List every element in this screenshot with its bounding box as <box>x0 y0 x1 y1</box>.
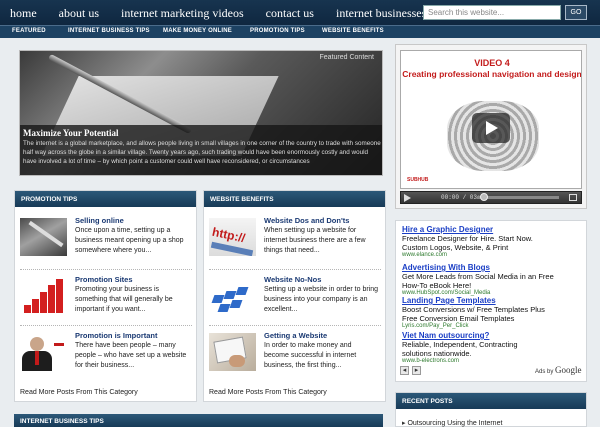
video-screen[interactable]: VIDEO 4 Creating professional navigation… <box>400 50 582 189</box>
divider <box>209 269 381 270</box>
cat-featured[interactable]: FEATURED <box>12 28 46 34</box>
ad-title[interactable]: Advertising With Blogs <box>402 263 586 272</box>
ad-title[interactable]: Viet Nam outsourcing? <box>402 331 586 340</box>
ad-item[interactable]: Viet Nam outsourcing? Reliable, Independ… <box>402 331 586 364</box>
google-logo: Google <box>555 365 582 375</box>
divider <box>20 269 192 270</box>
ad-next-icon[interactable]: ▸ <box>412 366 421 375</box>
post-thumbnail[interactable] <box>20 333 67 371</box>
nav-about-us[interactable]: about us <box>59 6 99 21</box>
divider <box>20 325 192 326</box>
ads-by-google[interactable]: Ads by Google <box>535 365 582 375</box>
ad-line: Freelance Designer for Hire. Start Now. <box>402 234 533 243</box>
featured-caption: Maximize Your Potential The internet is … <box>20 125 382 175</box>
control-play-icon[interactable] <box>404 194 411 202</box>
ad-block: Hire a Graphic Designer Freelance Design… <box>395 220 587 382</box>
read-more-link[interactable]: Read More Posts From This Category <box>20 389 138 396</box>
post-thumbnail[interactable] <box>209 277 256 315</box>
section-heading[interactable]: WEBSITE BENEFITS <box>204 191 385 207</box>
recent-post-link[interactable]: Outsourcing Using the Internet <box>402 419 502 427</box>
category-navigation: FEATURED INTERNET BUSINESS TIPS MAKE MON… <box>0 25 600 38</box>
ad-line: How-To eBook Here! <box>402 281 472 290</box>
post-excerpt: Promoting your business is something tha… <box>75 286 173 313</box>
post-title[interactable]: Promotion Sites <box>75 275 133 284</box>
ad-line: Custom Logos, Website, & Print <box>402 243 509 252</box>
post-excerpt: When setting up a website for internet b… <box>264 227 366 254</box>
ad-line: Boost Conversions w/ Free Templates Plus <box>402 305 545 314</box>
ad-line: solutions nationwide. <box>402 349 472 358</box>
video-player: VIDEO 4 Creating professional navigation… <box>395 44 587 209</box>
featured-label: Featured Content <box>319 54 374 61</box>
featured-title[interactable]: Maximize Your Potential <box>23 128 381 138</box>
internet-business-tips-section: INTERNET BUSINESS TIPS <box>14 414 383 427</box>
cat-internet-business-tips[interactable]: INTERNET BUSINESS TIPS <box>68 28 150 34</box>
ad-url[interactable]: www.b-electrons.com <box>402 358 586 364</box>
post-excerpt: Setting up a website in order to bring b… <box>264 286 379 313</box>
post-title[interactable]: Promotion is Important <box>75 331 158 340</box>
post-thumbnail[interactable] <box>209 333 256 371</box>
read-more-link[interactable]: Read More Posts From This Category <box>209 389 327 396</box>
ad-title[interactable]: Hire a Graphic Designer <box>402 225 586 234</box>
search-go-button[interactable]: GO <box>565 5 587 20</box>
video-title: Creating professional navigation and des… <box>402 69 582 79</box>
post-excerpt: There have been people – many people – w… <box>75 342 187 369</box>
post-thumbnail[interactable] <box>20 277 67 315</box>
nav-home[interactable]: home <box>10 6 37 21</box>
post-title[interactable]: Website Dos and Don'ts <box>264 216 349 225</box>
seek-handle[interactable] <box>480 193 488 201</box>
ad-line: Free Conversion Email Templates <box>402 314 515 323</box>
divider <box>209 325 381 326</box>
featured-text: The internet is a global marketplace, an… <box>23 140 381 165</box>
main-menu: home about us internet marketing videos … <box>10 6 475 21</box>
section-heading[interactable]: INTERNET BUSINESS TIPS <box>14 414 383 427</box>
recent-posts-section: RECENT POSTS Outsourcing Using the Inter… <box>395 392 587 427</box>
nav-internet-marketing-videos[interactable]: internet marketing videos <box>121 6 244 21</box>
post-title[interactable]: Website No-Nos <box>264 275 321 284</box>
post-excerpt: In order to make money and become succes… <box>264 342 357 369</box>
post-excerpt: Once upon a time, setting up a business … <box>75 227 184 254</box>
video-title-number: VIDEO 4 <box>474 58 510 68</box>
ad-item[interactable]: Advertising With Blogs Get More Leads fr… <box>402 263 586 296</box>
nav-contact-us[interactable]: contact us <box>266 6 314 21</box>
ad-title[interactable]: Landing Page Templates <box>402 296 586 305</box>
website-benefits-section: WEBSITE BENEFITS http:// Website Dos and… <box>203 190 386 402</box>
video-logo: SUBHUB <box>407 177 429 183</box>
promotion-tips-section: PROMOTION TIPS Selling online Once upon … <box>14 190 197 402</box>
play-icon[interactable] <box>472 113 510 143</box>
section-heading[interactable]: PROMOTION TIPS <box>15 191 196 207</box>
seek-track[interactable] <box>477 196 559 199</box>
top-navigation: home about us internet marketing videos … <box>0 0 600 25</box>
post-title[interactable]: Selling online <box>75 216 124 225</box>
ad-line: Reliable, Independent, Contracting <box>402 340 518 349</box>
ad-item[interactable]: Landing Page Templates Boost Conversions… <box>402 296 586 329</box>
ad-prev-icon[interactable]: ◂ <box>400 366 409 375</box>
ad-url[interactable]: www.elance.com <box>402 252 586 258</box>
search-input[interactable]: Search this website... <box>423 5 561 20</box>
ad-url[interactable]: Lyris.com/Pay_Per_Click <box>402 323 586 329</box>
cat-website-benefits[interactable]: WEBSITE BENEFITS <box>322 28 384 34</box>
ad-item[interactable]: Hire a Graphic Designer Freelance Design… <box>402 225 586 258</box>
ads-by-prefix: Ads by <box>535 369 554 375</box>
featured-slider[interactable]: Featured Content Maximize Your Potential… <box>19 50 383 176</box>
cat-make-money-online[interactable]: MAKE MONEY ONLINE <box>163 28 232 34</box>
post-title[interactable]: Getting a Website <box>264 331 327 340</box>
fullscreen-icon[interactable] <box>569 194 577 201</box>
ad-line: Get More Leads from Social Media in an F… <box>402 272 554 281</box>
post-thumbnail[interactable] <box>20 218 67 256</box>
video-controls: 00:00 / 03:5 <box>400 191 582 204</box>
section-heading: RECENT POSTS <box>396 393 586 409</box>
post-thumbnail[interactable]: http:// <box>209 218 256 256</box>
cat-promotion-tips[interactable]: PROMOTION TIPS <box>250 28 305 34</box>
